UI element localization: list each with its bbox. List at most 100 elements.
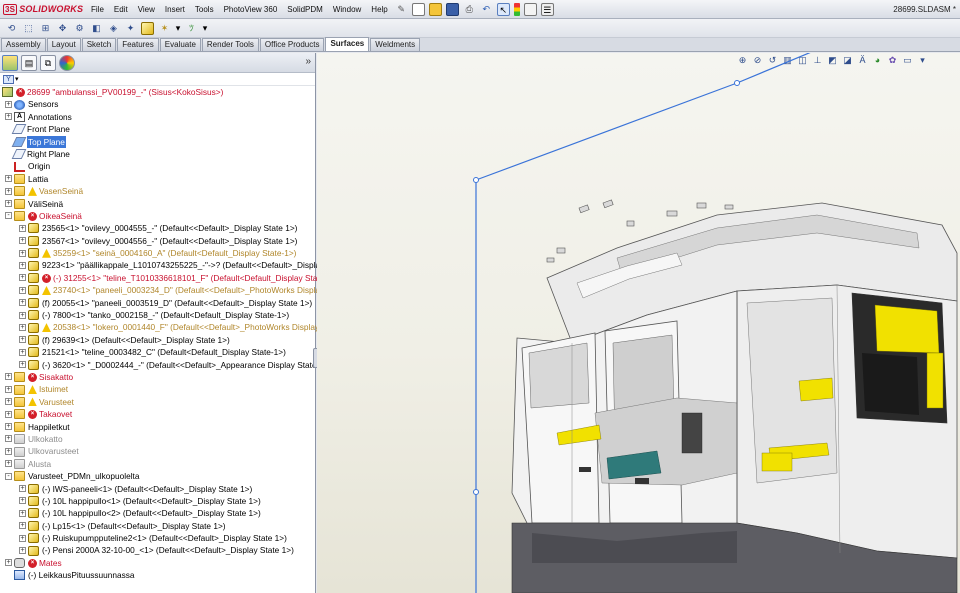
expand-toggle-icon[interactable]: +	[5, 200, 12, 208]
tree-node[interactable]: + Ulkovarusteet	[0, 445, 315, 457]
sketch-star-icon[interactable]: ✶	[158, 22, 171, 35]
tree-node[interactable]: + (f) 29639<1> (Default<<Default>_Display…	[0, 334, 315, 346]
undo-icon[interactable]: ↶	[480, 3, 493, 16]
move-component-icon[interactable]: ✥	[56, 22, 69, 35]
tree-node[interactable]: + × Takaovet	[0, 408, 315, 420]
filter-dropdown-icon[interactable]: ▾	[15, 75, 19, 83]
property-manager-tab-icon[interactable]: ▤	[21, 54, 37, 71]
solidworks-logo[interactable]: 3S SOLIDWORKS	[0, 0, 86, 19]
expand-toggle-icon[interactable]: +	[5, 175, 12, 183]
tree-node[interactable]: + VäliSeinä	[0, 198, 315, 210]
tree-node[interactable]: + × Sisakatto	[0, 371, 315, 383]
smart-fasteners-icon[interactable]: ⚙	[73, 22, 86, 35]
tree-node[interactable]: +35259<1> "seinä_0004160_A" (Default<Def…	[0, 247, 315, 259]
assembly-features-icon[interactable]: ◧	[90, 22, 103, 35]
feature-tree-tab-icon[interactable]	[2, 54, 18, 71]
tree-node[interactable]: + (-) 10L happipullo<1> (Default<<Default…	[0, 495, 315, 507]
tree-node[interactable]: - × OikeaSeinä	[0, 210, 315, 222]
tree-node[interactable]: + (-) Ruiskupumpputeline2<1> (Default<<De…	[0, 532, 315, 544]
menu-help[interactable]: Help	[366, 0, 392, 19]
expand-toggle-icon[interactable]: +	[5, 373, 12, 381]
collapse-toggle-icon[interactable]: -	[5, 212, 12, 220]
menu-photoview[interactable]: PhotoView 360	[219, 0, 283, 19]
expand-toggle-icon[interactable]: +	[19, 509, 26, 517]
tree-node[interactable]: + Ulkokatto	[0, 433, 315, 445]
tree-node[interactable]: + (-) 10L happipullo<2> (Default<<Default…	[0, 507, 315, 519]
collapse-toggle-icon[interactable]: -	[5, 472, 12, 480]
mate-icon[interactable]: ⊞	[39, 22, 52, 35]
open-folder-icon[interactable]	[428, 2, 442, 16]
tree-node[interactable]: + (-) 7800<1> "tanko_0002158_-" (Default<…	[0, 309, 315, 321]
tree-node[interactable]: + VasenSeinä	[0, 185, 315, 197]
tab-assembly[interactable]: Assembly	[1, 38, 46, 51]
tree-node[interactable]: + (-) IWS-paneeli<1> (Default<<Default>_D…	[0, 483, 315, 495]
tree-node[interactable]: Front Plane	[0, 123, 315, 135]
menu-window[interactable]: Window	[328, 0, 366, 19]
rebuild-icon[interactable]: ⟲	[5, 22, 18, 35]
tree-node[interactable]: + Happiletkut	[0, 421, 315, 433]
tree-node[interactable]: + Sensors	[0, 98, 315, 110]
pin-icon[interactable]: ✎	[395, 3, 408, 16]
configuration-manager-tab-icon[interactable]: ⧉	[40, 54, 56, 71]
expand-toggle-icon[interactable]: +	[19, 311, 26, 319]
tab-office-products[interactable]: Office Products	[259, 38, 325, 51]
expand-toggle-icon[interactable]: +	[19, 237, 26, 245]
expand-toggle-icon[interactable]: +	[19, 323, 26, 331]
expand-toggle-icon[interactable]: +	[19, 546, 26, 554]
tab-layout[interactable]: Layout	[46, 38, 81, 51]
menu-tools[interactable]: Tools	[190, 0, 219, 19]
expand-toggle-icon[interactable]: +	[19, 286, 26, 294]
print-icon[interactable]: ⎙	[463, 3, 476, 16]
expand-toggle-icon[interactable]: +	[5, 447, 12, 455]
expand-toggle-icon[interactable]: +	[19, 274, 26, 282]
component-icon[interactable]	[141, 21, 154, 35]
tree-node[interactable]: -×28699 "ambulanssi_PV00199_-" (Sisus<Ko…	[0, 86, 315, 98]
options-icon[interactable]: ☰	[540, 2, 554, 16]
expand-toggle-icon[interactable]: +	[19, 336, 26, 344]
dropdown-icon-2[interactable]: ▾	[202, 22, 208, 35]
tree-node[interactable]: + Alusta	[0, 458, 315, 470]
interference-icon[interactable]: ◈	[107, 22, 120, 35]
ambulance-model-render[interactable]	[317, 53, 960, 593]
smart-dimension-icon[interactable]: ﾂ	[185, 22, 198, 35]
tab-features[interactable]: Features	[117, 38, 159, 51]
expand-toggle-icon[interactable]: +	[19, 348, 26, 356]
tab-evaluate[interactable]: Evaluate	[159, 38, 201, 51]
menu-file[interactable]: File	[86, 0, 109, 19]
tree-node[interactable]: +9223<1> "päällikappale_L1010743255225_-…	[0, 259, 360, 271]
expand-toggle-icon[interactable]: +	[19, 249, 26, 257]
expand-toggle-icon[interactable]: +	[5, 435, 12, 443]
panel-expand-icon[interactable]: »	[305, 56, 311, 67]
menu-solidpdm[interactable]: SolidPDM	[282, 0, 328, 19]
tab-render-tools[interactable]: Render Tools	[201, 38, 259, 51]
tab-weldments[interactable]: Weldments	[370, 38, 421, 51]
expand-toggle-icon[interactable]: +	[19, 485, 26, 492]
tree-node[interactable]: + × (-) 31255<1> "teline_T1010336618101_F"…	[0, 272, 339, 284]
tree-node[interactable]: + Lattia	[0, 173, 315, 185]
tree-node[interactable]: Origin	[0, 160, 315, 172]
expand-toggle-icon[interactable]: +	[5, 460, 12, 468]
filter-icon[interactable]: Y	[3, 74, 14, 84]
traffic-light-icon[interactable]	[513, 2, 520, 16]
tree-node[interactable]: + (-) Lp15<1> (Default<<Default>_Display …	[0, 520, 315, 532]
tree-node[interactable]: Right Plane	[0, 148, 315, 160]
expand-toggle-icon[interactable]: +	[5, 410, 12, 418]
tree-node[interactable]: + (-) 3620<1> "_D0002444_-" (Default<<Def…	[0, 359, 324, 371]
select-arrow-icon[interactable]: ↖	[496, 2, 510, 16]
file-properties-icon[interactable]	[523, 2, 537, 16]
tree-node[interactable]: + (f) 20055<1> "paneeli_0003519_D" (Defau…	[0, 297, 315, 309]
new-document-icon[interactable]	[411, 2, 425, 16]
exploded-view-icon[interactable]: ✦	[124, 22, 137, 35]
expand-toggle-icon[interactable]: +	[5, 113, 12, 121]
tree-node[interactable]: + A Annotations	[0, 111, 315, 123]
expand-toggle-icon[interactable]: +	[19, 361, 26, 369]
expand-toggle-icon[interactable]: +	[5, 385, 12, 393]
tree-node[interactable]: + Istuimet	[0, 383, 315, 395]
menu-insert[interactable]: Insert	[160, 0, 190, 19]
menu-edit[interactable]: Edit	[109, 0, 133, 19]
expand-toggle-icon[interactable]: +	[5, 187, 12, 195]
tree-node[interactable]: Top Plane	[0, 135, 315, 148]
expand-toggle-icon[interactable]: +	[19, 299, 26, 307]
expand-toggle-icon[interactable]: +	[5, 559, 12, 567]
expand-toggle-icon[interactable]: +	[19, 534, 26, 542]
